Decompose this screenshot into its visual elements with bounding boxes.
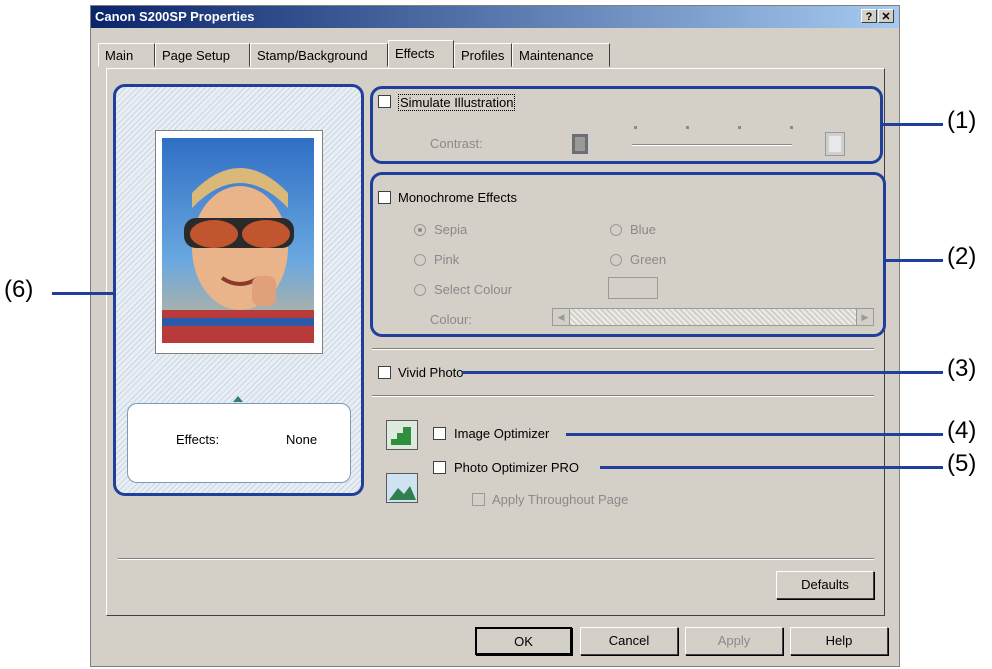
callout-3: (3)	[947, 355, 977, 382]
contrast-label: Contrast:	[430, 136, 483, 151]
green-radio[interactable]	[610, 254, 622, 266]
ok-button[interactable]: OK	[475, 627, 572, 655]
select-colour-radio[interactable]	[414, 284, 426, 296]
callout-line-2	[886, 259, 943, 262]
callout-2: (2)	[947, 243, 977, 270]
effects-summary-box: Effects: None	[127, 403, 351, 483]
tab-page-setup[interactable]: Page Setup	[155, 43, 250, 67]
green-label: Green	[630, 252, 667, 267]
colour-scrollbar[interactable]: ◀ ▶	[552, 308, 874, 326]
separator-2	[372, 395, 874, 397]
help-title-button[interactable]: ?	[861, 9, 877, 23]
tab-main[interactable]: Main	[98, 43, 155, 67]
colour-label: Colour:	[430, 312, 472, 327]
defaults-button[interactable]: Defaults	[776, 571, 874, 599]
callout-6: (6)	[4, 276, 34, 303]
callout-4: (4)	[947, 417, 977, 444]
help-button[interactable]: Help	[790, 627, 888, 655]
callout-line-3	[462, 371, 943, 374]
contrast-slider[interactable]	[632, 144, 792, 146]
callout-1: (1)	[947, 107, 977, 134]
sepia-radio[interactable]	[414, 224, 426, 236]
pink-radio[interactable]	[414, 254, 426, 266]
apply-throughout-label: Apply Throughout Page	[492, 492, 629, 507]
simulate-illustration-label[interactable]: Simulate Illustration	[398, 94, 516, 111]
preview-paper	[155, 130, 323, 354]
vivid-photo-checkbox[interactable]	[378, 366, 391, 379]
blue-label: Blue	[630, 222, 657, 237]
colour-swatch[interactable]	[608, 277, 658, 299]
separator-1	[372, 348, 874, 350]
monochrome-effects-checkbox[interactable]	[378, 191, 391, 204]
close-icon[interactable]: ✕	[878, 9, 894, 23]
tab-effects[interactable]: Effects	[388, 40, 454, 68]
effects-summary-label: Effects:	[176, 432, 220, 447]
select-colour-label: Select Colour	[434, 282, 513, 297]
title-bar[interactable]: Canon S200SP Properties ? ✕	[91, 6, 899, 28]
high-contrast-icon	[825, 132, 845, 156]
scroll-right-icon[interactable]: ▶	[856, 309, 873, 325]
vivid-photo-label[interactable]: Vivid Photo	[398, 365, 464, 380]
pink-label: Pink	[434, 252, 460, 267]
callout-line-4	[566, 433, 943, 436]
image-optimizer-icon	[386, 420, 418, 450]
effects-summary-value: None	[286, 432, 318, 447]
preview-photo	[162, 138, 314, 343]
image-optimizer-checkbox[interactable]	[433, 427, 446, 440]
separator-3	[118, 558, 874, 560]
callout-line-6	[52, 292, 113, 295]
monochrome-effects-label[interactable]: Monochrome Effects	[398, 190, 517, 205]
callout-line-1	[883, 123, 943, 126]
apply-button[interactable]: Apply	[685, 627, 783, 655]
tab-profiles[interactable]: Profiles	[454, 43, 512, 67]
tab-stamp-background[interactable]: Stamp/Background	[250, 43, 388, 67]
tab-maintenance[interactable]: Maintenance	[512, 43, 610, 67]
photo-optimizer-label[interactable]: Photo Optimizer PRO	[454, 460, 579, 475]
photo-optimizer-icon	[386, 473, 418, 503]
callout-5: (5)	[947, 450, 977, 477]
apply-throughout-checkbox[interactable]	[472, 493, 485, 506]
simulate-illustration-checkbox[interactable]	[378, 95, 391, 108]
scroll-left-icon[interactable]: ◀	[553, 309, 570, 325]
sepia-label: Sepia	[434, 222, 468, 237]
low-contrast-icon	[570, 132, 590, 156]
preview-pointer-icon	[233, 396, 243, 402]
cancel-button[interactable]: Cancel	[580, 627, 678, 655]
image-optimizer-label[interactable]: Image Optimizer	[454, 426, 549, 441]
callout-line-5	[600, 466, 943, 469]
window-title: Canon S200SP Properties	[95, 9, 255, 24]
blue-radio[interactable]	[610, 224, 622, 236]
photo-optimizer-checkbox[interactable]	[433, 461, 446, 474]
